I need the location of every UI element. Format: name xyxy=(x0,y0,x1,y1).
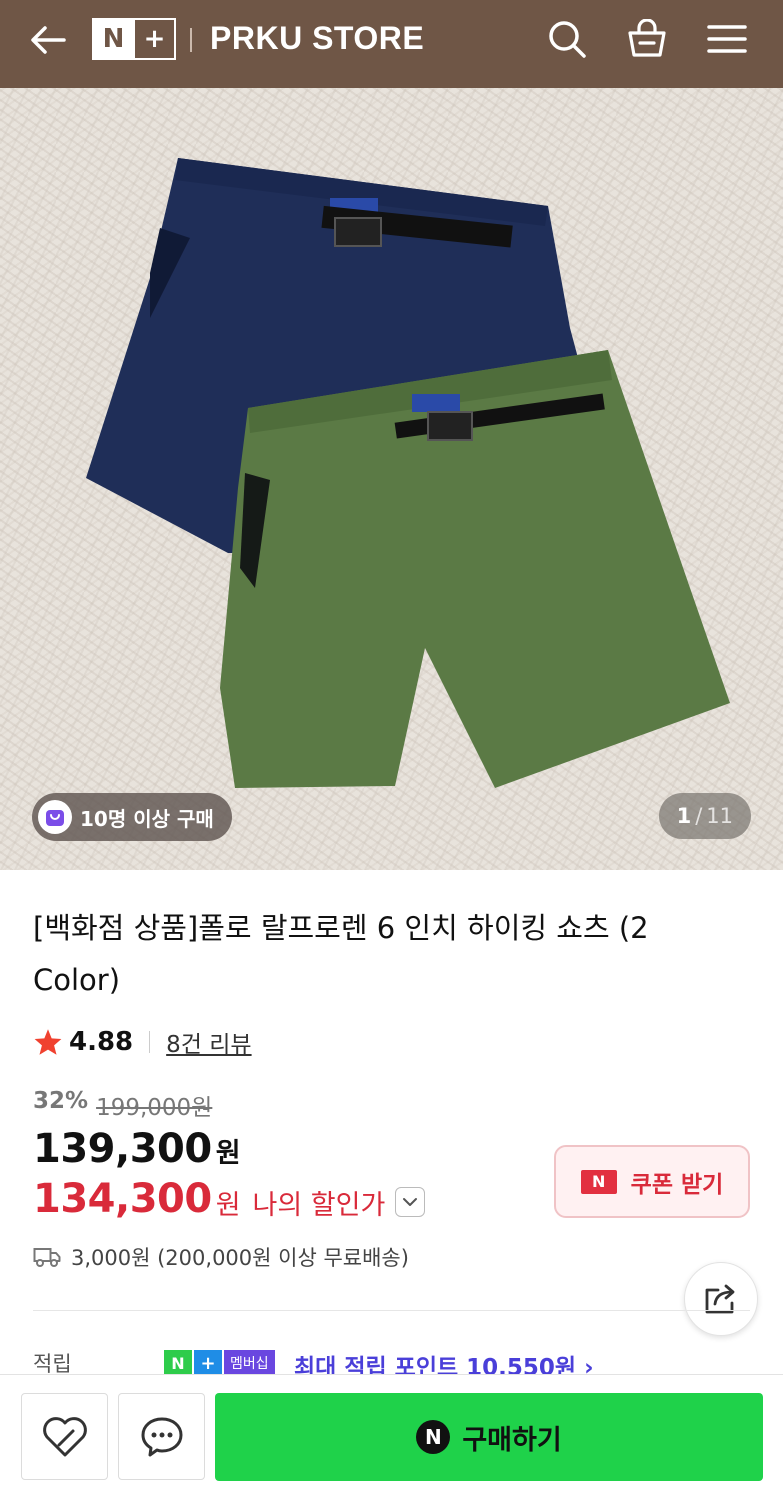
chat-bubble-icon xyxy=(141,1417,182,1456)
purchase-count-badge: 10명 이상 구매 xyxy=(32,793,232,841)
shopping-basket-icon xyxy=(628,19,666,57)
image-counter-total: 11 xyxy=(706,804,733,828)
naver-plus-membership-badge: N + 멤버십 xyxy=(164,1350,275,1374)
naver-pay-icon: N xyxy=(416,1420,451,1454)
naver-coupon-icon: N xyxy=(580,1169,617,1194)
points-label: 적립 xyxy=(33,1352,72,1374)
rating-row: 4.88 8건 리뷰 xyxy=(33,1024,252,1060)
back-arrow-icon xyxy=(31,26,66,54)
sale-price-row: 139,300 원 xyxy=(33,1126,241,1172)
membership-badge-n: N xyxy=(164,1350,192,1374)
top-header: N + PRKU STORE xyxy=(0,0,783,88)
get-coupon-button[interactable]: N 쿠폰 받기 xyxy=(554,1145,750,1218)
my-discount-price-row: 134,300 원 나의 할인가 xyxy=(33,1176,426,1222)
purple-bag-icon xyxy=(38,800,72,834)
my-discount-expand-button[interactable] xyxy=(395,1187,426,1217)
max-points-text: 최대 적립 포인트 10,550원 › xyxy=(294,1355,594,1374)
back-button[interactable] xyxy=(26,18,70,62)
review-count-link[interactable]: 8건 리뷰 xyxy=(166,1025,251,1059)
section-divider xyxy=(33,1310,750,1311)
get-coupon-label: 쿠폰 받기 xyxy=(630,1171,724,1198)
rating-score: 4.88 xyxy=(69,1027,134,1057)
my-discount-price-unit: 원 xyxy=(215,1189,241,1221)
rating-divider xyxy=(149,1031,151,1053)
image-counter: 1 / 11 xyxy=(658,793,751,839)
discount-row: 32% 199,000원 xyxy=(33,1088,212,1122)
image-counter-separator: / xyxy=(695,804,703,828)
product-title: [백화점 상품]폴로 랄프로렌 6 인치 하이킹 쇼츠 (2 Color) xyxy=(33,911,649,997)
menu-button[interactable] xyxy=(704,16,750,62)
share-button[interactable] xyxy=(684,1262,758,1336)
my-discount-price-label: 나의 할인가 xyxy=(252,1189,386,1221)
membership-badge-plus: + xyxy=(194,1350,222,1374)
sale-price: 139,300 xyxy=(33,1126,212,1172)
original-price: 199,000원 xyxy=(96,1095,213,1121)
shipping-text: 3,000원 (200,000원 이상 무료배송) xyxy=(71,1246,409,1270)
hamburger-menu-icon xyxy=(707,25,747,53)
chevron-down-icon xyxy=(403,1198,418,1206)
sale-price-unit: 원 xyxy=(215,1138,241,1169)
store-name[interactable]: PRKU STORE xyxy=(210,20,424,57)
points-row[interactable]: 적립 N + 멤버십 최대 적립 포인트 10,550원 › xyxy=(0,1340,783,1374)
image-counter-current: 1 xyxy=(676,804,692,828)
shipping-info: 3,000원 (200,000원 이상 무료배송) xyxy=(33,1242,409,1272)
buy-now-label: 구매하기 xyxy=(462,1424,562,1456)
talk-inquiry-button[interactable] xyxy=(118,1393,205,1480)
purchase-count-text: 10명 이상 구매 xyxy=(80,806,214,831)
my-discount-price: 134,300 xyxy=(33,1176,212,1222)
logo-n: N xyxy=(94,20,133,58)
discount-percent: 32% xyxy=(33,1088,89,1114)
heart-icon xyxy=(42,1416,87,1456)
search-button[interactable] xyxy=(544,16,590,62)
product-image-gallery[interactable]: 10명 이상 구매 1 / 11 xyxy=(0,88,783,870)
product-photo-shorts xyxy=(0,88,783,870)
delivery-truck-icon xyxy=(33,1248,61,1267)
bottom-action-bar: N 구매하기 xyxy=(0,1374,783,1500)
logo-plus: + xyxy=(135,20,174,58)
membership-badge-label: 멤버십 xyxy=(224,1350,275,1374)
buy-now-button[interactable]: N 구매하기 xyxy=(215,1393,763,1481)
star-icon xyxy=(34,1029,62,1055)
wishlist-button[interactable] xyxy=(21,1393,108,1480)
search-icon xyxy=(549,21,586,58)
cart-button[interactable] xyxy=(624,16,670,62)
header-divider xyxy=(190,28,192,52)
naver-plus-logo[interactable]: N + xyxy=(92,18,176,60)
